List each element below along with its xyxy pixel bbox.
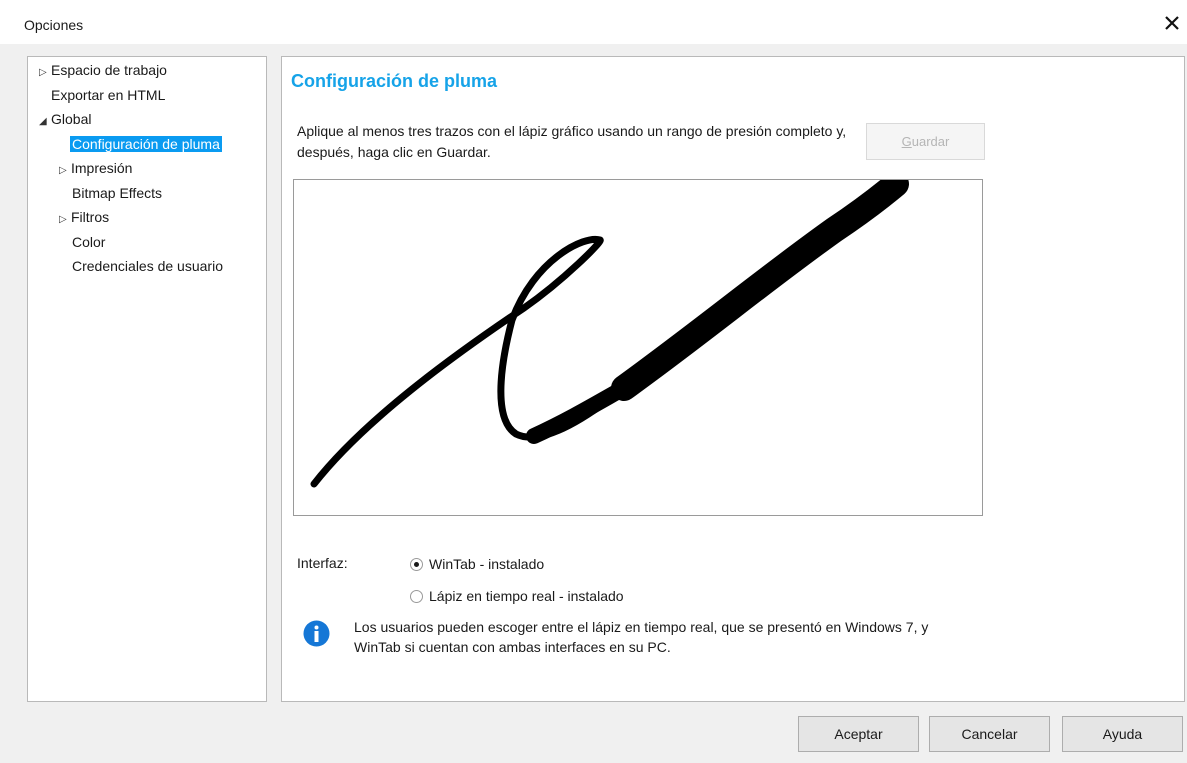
triangle-right-icon[interactable]: ▷ bbox=[39, 62, 51, 84]
ok-button[interactable]: Aceptar bbox=[798, 716, 919, 752]
radio-button[interactable] bbox=[410, 590, 423, 603]
help-button[interactable]: Ayuda bbox=[1062, 716, 1183, 752]
pen-stroke-drawing bbox=[310, 180, 909, 488]
window-title: Opciones bbox=[24, 17, 84, 33]
radio-realtime-label: Lápiz en tiempo real - instalado bbox=[429, 588, 624, 604]
triangle-down-icon[interactable]: ◢ bbox=[39, 111, 51, 133]
info-icon bbox=[303, 620, 330, 647]
instructions-text: Aplique al menos tres trazos con el lápi… bbox=[297, 123, 847, 160]
info-text: Los usuarios pueden escoger entre el láp… bbox=[354, 619, 929, 655]
cancel-button[interactable]: Cancelar bbox=[929, 716, 1050, 752]
save-button-mnemonic: G bbox=[901, 134, 912, 149]
options-dialog: Opciones ▷ Espacio de trabajo Exportar en… bbox=[0, 0, 1187, 763]
save-button[interactable]: Guardar bbox=[866, 123, 985, 160]
page-title: Configuración de pluma bbox=[291, 71, 498, 91]
tree-item-impresion[interactable]: ▷ Impresión bbox=[59, 157, 132, 179]
tree-item-color[interactable]: Color bbox=[72, 231, 105, 253]
tree-item-credenciales[interactable]: Credenciales de usuario bbox=[72, 255, 223, 277]
tree-item-global[interactable]: ◢ Global bbox=[39, 108, 91, 130]
pen-test-canvas[interactable] bbox=[293, 179, 983, 516]
triangle-right-icon[interactable]: ▷ bbox=[59, 209, 71, 231]
title-bar: Opciones bbox=[0, 0, 1187, 44]
settings-panel: Configuración de pluma Aplique al menos … bbox=[281, 56, 1185, 702]
radio-wintab[interactable]: WinTab - instalado bbox=[410, 554, 544, 574]
tree-item-exportar-html[interactable]: Exportar en HTML bbox=[51, 84, 165, 106]
tree-item-configuracion-pluma[interactable]: Configuración de pluma bbox=[70, 133, 222, 155]
radio-button-checked[interactable] bbox=[410, 558, 423, 571]
radio-wintab-label: WinTab - instalado bbox=[429, 556, 545, 572]
tree-item-bitmap-effects[interactable]: Bitmap Effects bbox=[72, 182, 162, 204]
close-icon bbox=[1165, 16, 1179, 30]
triangle-right-icon[interactable]: ▷ bbox=[59, 160, 71, 182]
save-button-label: uardar bbox=[911, 134, 950, 149]
interface-label: Interfaz: bbox=[297, 555, 348, 571]
tree-item-filtros[interactable]: ▷ Filtros bbox=[59, 206, 109, 228]
radio-realtime-stylus[interactable]: Lápiz en tiempo real - instalado bbox=[410, 586, 624, 606]
close-button[interactable] bbox=[1159, 10, 1185, 36]
tree-item-espacio-de-trabajo[interactable]: ▷ Espacio de trabajo bbox=[39, 59, 167, 81]
options-tree[interactable]: ▷ Espacio de trabajo Exportar en HTML ◢ Gl… bbox=[27, 56, 267, 702]
